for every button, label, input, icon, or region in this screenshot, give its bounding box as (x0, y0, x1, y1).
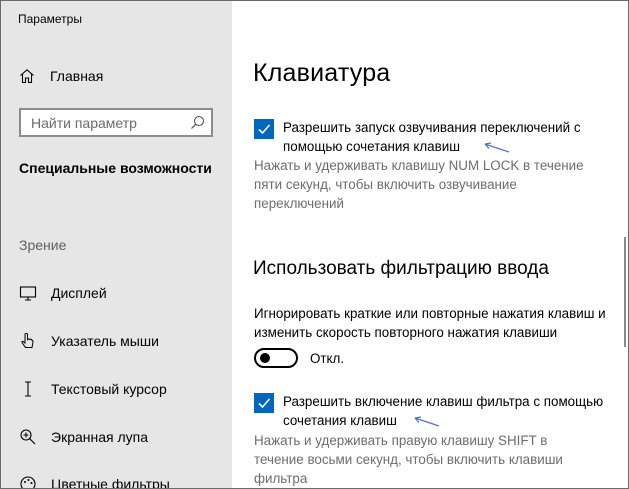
checkmark-icon (258, 398, 271, 409)
window-title: Параметры (18, 12, 82, 26)
annotation-arrow-icon (414, 416, 440, 427)
page-title: Клавиатура (253, 59, 391, 87)
settings-window: Параметры Главная Специальные возможност… (0, 0, 629, 489)
sidebar: Параметры Главная Специальные возможност… (1, 1, 232, 489)
filter-keys-toggle-row[interactable]: Откл. (254, 348, 344, 368)
filter-keys-toggle[interactable] (254, 348, 298, 368)
sidebar-item-home[interactable]: Главная (19, 66, 103, 86)
togglekeys-shortcut-checkbox[interactable] (254, 119, 274, 139)
sidebar-item-text-cursor[interactable]: Текстовый курсор (19, 378, 167, 400)
sidebar-item-mouse-pointer[interactable]: Указатель мыши (19, 330, 159, 352)
filter-keys-description: Нажать и удерживать правую клавишу SHIFT… (254, 433, 563, 486)
sidebar-item-home-label: Главная (50, 68, 104, 84)
filter-keys-section-title: Использовать фильтрацию ввода (253, 258, 549, 279)
sidebar-item-label: Текстовый курсор (51, 381, 167, 397)
sidebar-section-title: Специальные возможности (19, 160, 212, 176)
text-cursor-icon (19, 380, 37, 398)
filter-keys-text: Игнорировать краткие или повторные нажат… (254, 306, 606, 340)
search-box[interactable] (19, 108, 213, 137)
checkmark-icon (258, 124, 271, 135)
sidebar-item-color-filters[interactable]: Цветные фильтры (19, 473, 170, 489)
togglekeys-shortcut-option[interactable]: Разрешить запуск озвучивания переключени… (254, 118, 613, 156)
sidebar-item-display[interactable]: Дисплей (19, 282, 107, 304)
search-input[interactable] (31, 114, 181, 131)
sidebar-item-label: Указатель мыши (51, 333, 159, 349)
mouse-pointer-icon (19, 332, 37, 350)
togglekeys-shortcut-label: Разрешить запуск озвучивания переключени… (283, 120, 581, 154)
filter-keys-shortcut-checkbox[interactable] (254, 393, 274, 413)
filter-keys-toggle-state: Откл. (310, 350, 345, 366)
scrollbar[interactable] (624, 237, 626, 347)
sidebar-item-label: Экранная лупа (51, 429, 149, 445)
annotation-arrow-icon (484, 142, 510, 153)
togglekeys-description: Нажать и удерживать клавишу NUM LOCK в т… (254, 158, 584, 211)
magnifier-icon (19, 428, 37, 446)
sidebar-item-magnifier[interactable]: Экранная лупа (19, 426, 148, 448)
search-icon[interactable] (190, 115, 205, 130)
filter-keys-shortcut-label: Разрешить включение клавиш фильтра с пом… (283, 394, 604, 428)
display-icon (19, 284, 37, 302)
color-filters-icon (19, 475, 37, 488)
sidebar-item-label: Цветные фильтры (51, 476, 170, 489)
sidebar-item-label: Дисплей (51, 285, 107, 301)
home-icon (19, 68, 35, 84)
toggle-knob (260, 353, 270, 363)
main-content: Клавиатура Разрешить запуск озвучивания … (232, 1, 628, 488)
sidebar-group-label: Зрение (19, 237, 67, 253)
